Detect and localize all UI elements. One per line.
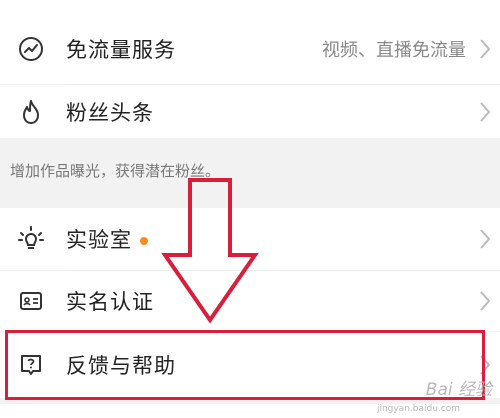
flame-icon — [16, 97, 46, 127]
lab-label-text: 实验室 — [66, 228, 132, 252]
menu-item-label: 粉丝头条 — [66, 100, 154, 125]
menu-item-lab[interactable]: 实验室 — [0, 208, 500, 270]
previous-row-peek — [0, 0, 500, 14]
watermark-url: jingyan.baidu.com — [376, 404, 460, 414]
menu-item-label: 免流量服务 — [66, 38, 176, 62]
menu-item-label: 反馈与帮助 — [66, 354, 176, 378]
menu-item-real-name[interactable]: 实名认证 — [0, 271, 500, 331]
chevron-right-icon — [480, 291, 491, 311]
watermark-logo: Bai 经验 — [425, 380, 492, 400]
question-icon — [16, 350, 46, 380]
chevron-right-icon — [480, 39, 491, 59]
chevron-right-icon — [480, 229, 491, 249]
gauge-icon — [16, 34, 46, 64]
new-badge-dot — [140, 237, 148, 245]
bulb-icon — [16, 224, 46, 254]
menu-item-label: 实名认证 — [66, 290, 154, 314]
menu-item-value: 视频、直播免流量 — [322, 40, 466, 61]
chevron-right-icon — [480, 355, 491, 375]
chevron-right-icon — [480, 101, 491, 122]
menu-item-fans-headline[interactable]: 粉丝头条 — [0, 85, 500, 138]
section-note: 增加作品曝光，获得潜在粉丝。 — [0, 138, 500, 216]
id-card-icon — [16, 286, 46, 316]
section-note-text: 增加作品曝光，获得潜在粉丝。 — [10, 162, 221, 180]
menu-item-label: 实验室 — [66, 224, 148, 254]
menu-item-free-data[interactable]: 免流量服务 视频、直播免流量 — [0, 14, 500, 84]
